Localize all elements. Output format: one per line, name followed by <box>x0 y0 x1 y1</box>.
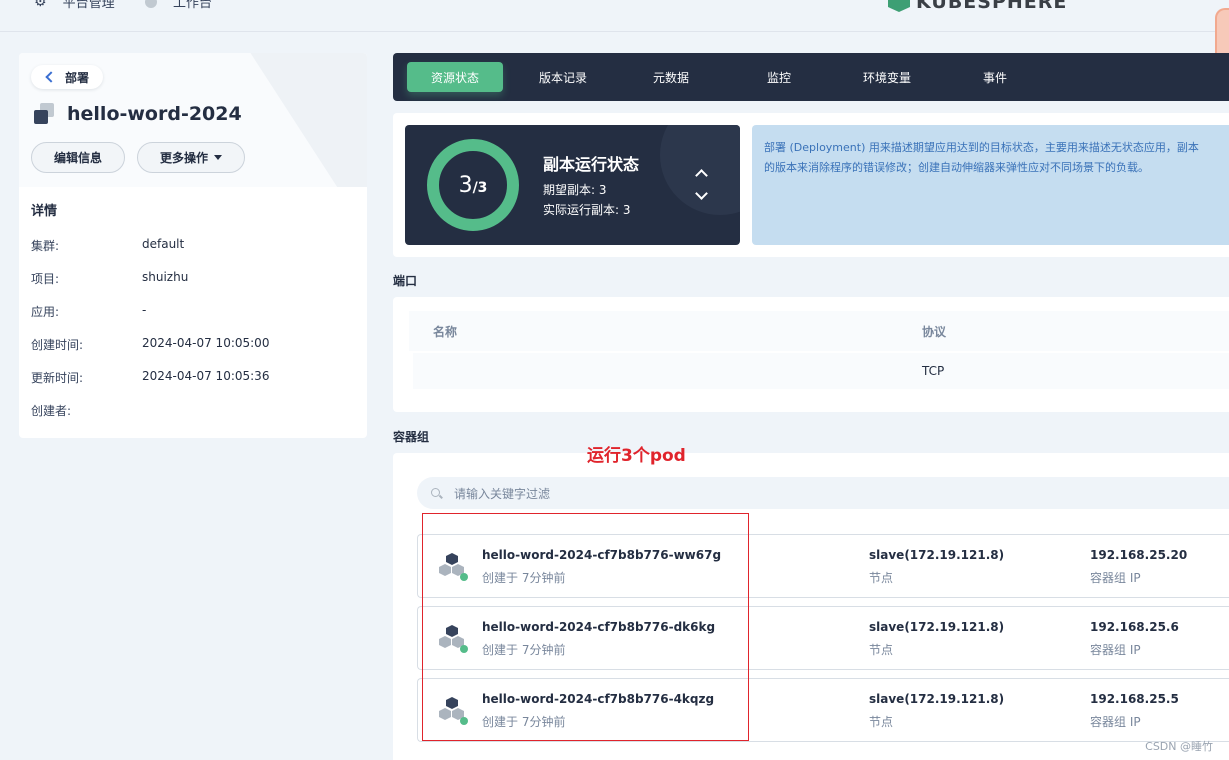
back-label: 部署 <box>65 70 90 85</box>
nav-platform-label: 平台管理 <box>62 0 115 11</box>
detail-key: 更新时间: <box>31 371 84 385</box>
detail-row-cluster: 集群: default <box>31 237 351 254</box>
nav-platform[interactable]: ⚙ 平台管理 <box>34 0 115 11</box>
search-placeholder: 请输入关键字过滤 <box>454 486 551 501</box>
pod-node[interactable]: slave(172.19.121.8) <box>869 548 1004 562</box>
gear-icon: ⚙ <box>34 0 47 10</box>
annotation-text: 运行3个pod <box>587 446 686 466</box>
description-line: 的版本来消除程序的错误修改；创建自动伸缩器来弹性应对不同场景下的负载。 <box>764 161 1149 174</box>
more-actions-button[interactable]: 更多操作 <box>137 142 246 173</box>
top-bar: ⚙ 平台管理 工作台 KUBESPHERE <box>0 0 1229 32</box>
node-label: 节点 <box>869 643 894 657</box>
pod-ip-label: 容器组 IP <box>1090 715 1141 729</box>
logo-text: KUBESPHERE <box>916 0 1068 13</box>
deployment-detail-card: 部署 hello-word-2024 编辑信息 更多操作 详情 集群: defa… <box>19 53 367 438</box>
replica-status-card: 3 /3 副本运行状态 期望副本: 3 实际运行副本: 3 <box>405 125 740 245</box>
kubesphere-logo[interactable]: KUBESPHERE <box>888 0 1067 13</box>
search-icon <box>431 487 442 499</box>
edit-info-label: 编辑信息 <box>54 151 103 165</box>
tab-resource-status[interactable]: 资源状态 <box>407 62 503 92</box>
detail-row-project: 项目: shuizhu <box>31 270 351 287</box>
detail-value: default <box>142 237 185 251</box>
detail-value: - <box>142 303 147 317</box>
caret-down-icon <box>214 155 223 160</box>
pod-ip: 192.168.25.5 <box>1090 692 1179 706</box>
ports-header: 名称 协议 <box>409 311 1229 351</box>
action-buttons: 编辑信息 更多操作 <box>31 142 246 173</box>
node-label: 节点 <box>869 715 894 729</box>
detail-value: 2024-04-07 10:05:00 <box>142 336 270 350</box>
description-line: 部署 (Deployment) 用来描述期望应用达到的目标状态，主要用来描述无状… <box>764 141 1199 154</box>
more-actions-label: 更多操作 <box>160 151 209 165</box>
running-count: 3 <box>458 172 473 198</box>
tab-events[interactable]: 事件 <box>947 62 1043 92</box>
watermark: CSDN @睡竹 <box>1145 740 1213 753</box>
tab-revision-records[interactable]: 版本记录 <box>515 62 611 92</box>
port-protocol: TCP <box>922 364 945 378</box>
pod-ip-label: 容器组 IP <box>1090 643 1141 657</box>
detail-value: shuizhu <box>142 270 189 284</box>
tab-monitoring[interactable]: 监控 <box>731 62 827 92</box>
col-protocol-header: 协议 <box>922 325 947 339</box>
details-title: 详情 <box>31 204 58 219</box>
pods-section-title: 容器组 <box>393 430 430 444</box>
detail-key: 创建时间: <box>31 338 84 352</box>
actual-replicas: 实际运行副本: 3 <box>543 203 631 217</box>
desired-replicas: 期望副本: 3 <box>543 183 607 197</box>
table-row: TCP <box>413 353 1229 389</box>
nav-workbench-label: 工作台 <box>173 0 213 11</box>
resource-status-panel: 3 /3 副本运行状态 期望副本: 3 实际运行副本: 3 部署 (Deploy… <box>393 113 1229 257</box>
node-label: 节点 <box>869 571 894 585</box>
nav-workbench[interactable]: 工作台 <box>145 0 212 11</box>
page-title: hello-word-2024 <box>67 103 242 125</box>
replica-ring: 3 /3 <box>427 139 519 231</box>
pod-ip-label: 容器组 IP <box>1090 571 1141 585</box>
detail-key: 创建者: <box>31 404 72 418</box>
detail-row-updated: 更新时间: 2024-04-07 10:05:36 <box>31 369 351 386</box>
pod-ip: 192.168.25.6 <box>1090 620 1179 634</box>
detail-key: 项目: <box>31 272 60 286</box>
deployment-description: 部署 (Deployment) 用来描述期望应用达到的目标状态，主要用来描述无状… <box>752 125 1229 245</box>
chevron-left-icon <box>45 71 57 83</box>
tab-metadata[interactable]: 元数据 <box>623 62 719 92</box>
pod-ip: 192.168.25.20 <box>1090 548 1188 562</box>
logo-mark-icon <box>888 0 910 12</box>
detail-value: 2024-04-07 10:05:36 <box>142 369 270 383</box>
deployment-icon <box>33 103 55 125</box>
pod-search-input[interactable]: 请输入关键字过滤 <box>417 477 1229 509</box>
edit-info-button[interactable]: 编辑信息 <box>31 142 126 173</box>
detail-key: 集群: <box>31 239 60 253</box>
desired-fraction: /3 <box>472 179 488 196</box>
detail-header: 部署 hello-word-2024 编辑信息 更多操作 <box>19 53 367 187</box>
detail-row-creator: 创建者: <box>31 402 351 419</box>
annotation-highlight-box <box>422 513 749 741</box>
tab-bar: 资源状态 版本记录 元数据 监控 环境变量 事件 <box>393 53 1229 101</box>
back-to-deployments-button[interactable]: 部署 <box>31 65 104 89</box>
ports-section-title: 端口 <box>393 274 418 288</box>
workbench-icon <box>145 0 157 8</box>
detail-key: 应用: <box>31 305 60 319</box>
title-row: hello-word-2024 <box>33 103 242 125</box>
col-name-header: 名称 <box>433 325 458 339</box>
detail-row-created: 创建时间: 2024-04-07 10:05:00 <box>31 336 351 353</box>
pod-node[interactable]: slave(172.19.121.8) <box>869 620 1004 634</box>
tab-env-variables[interactable]: 环境变量 <box>839 62 935 92</box>
detail-row-app: 应用: - <box>31 303 351 320</box>
replica-title: 副本运行状态 <box>543 155 640 174</box>
pod-node[interactable]: slave(172.19.121.8) <box>869 692 1004 706</box>
ports-table: 名称 协议 TCP <box>393 297 1229 412</box>
